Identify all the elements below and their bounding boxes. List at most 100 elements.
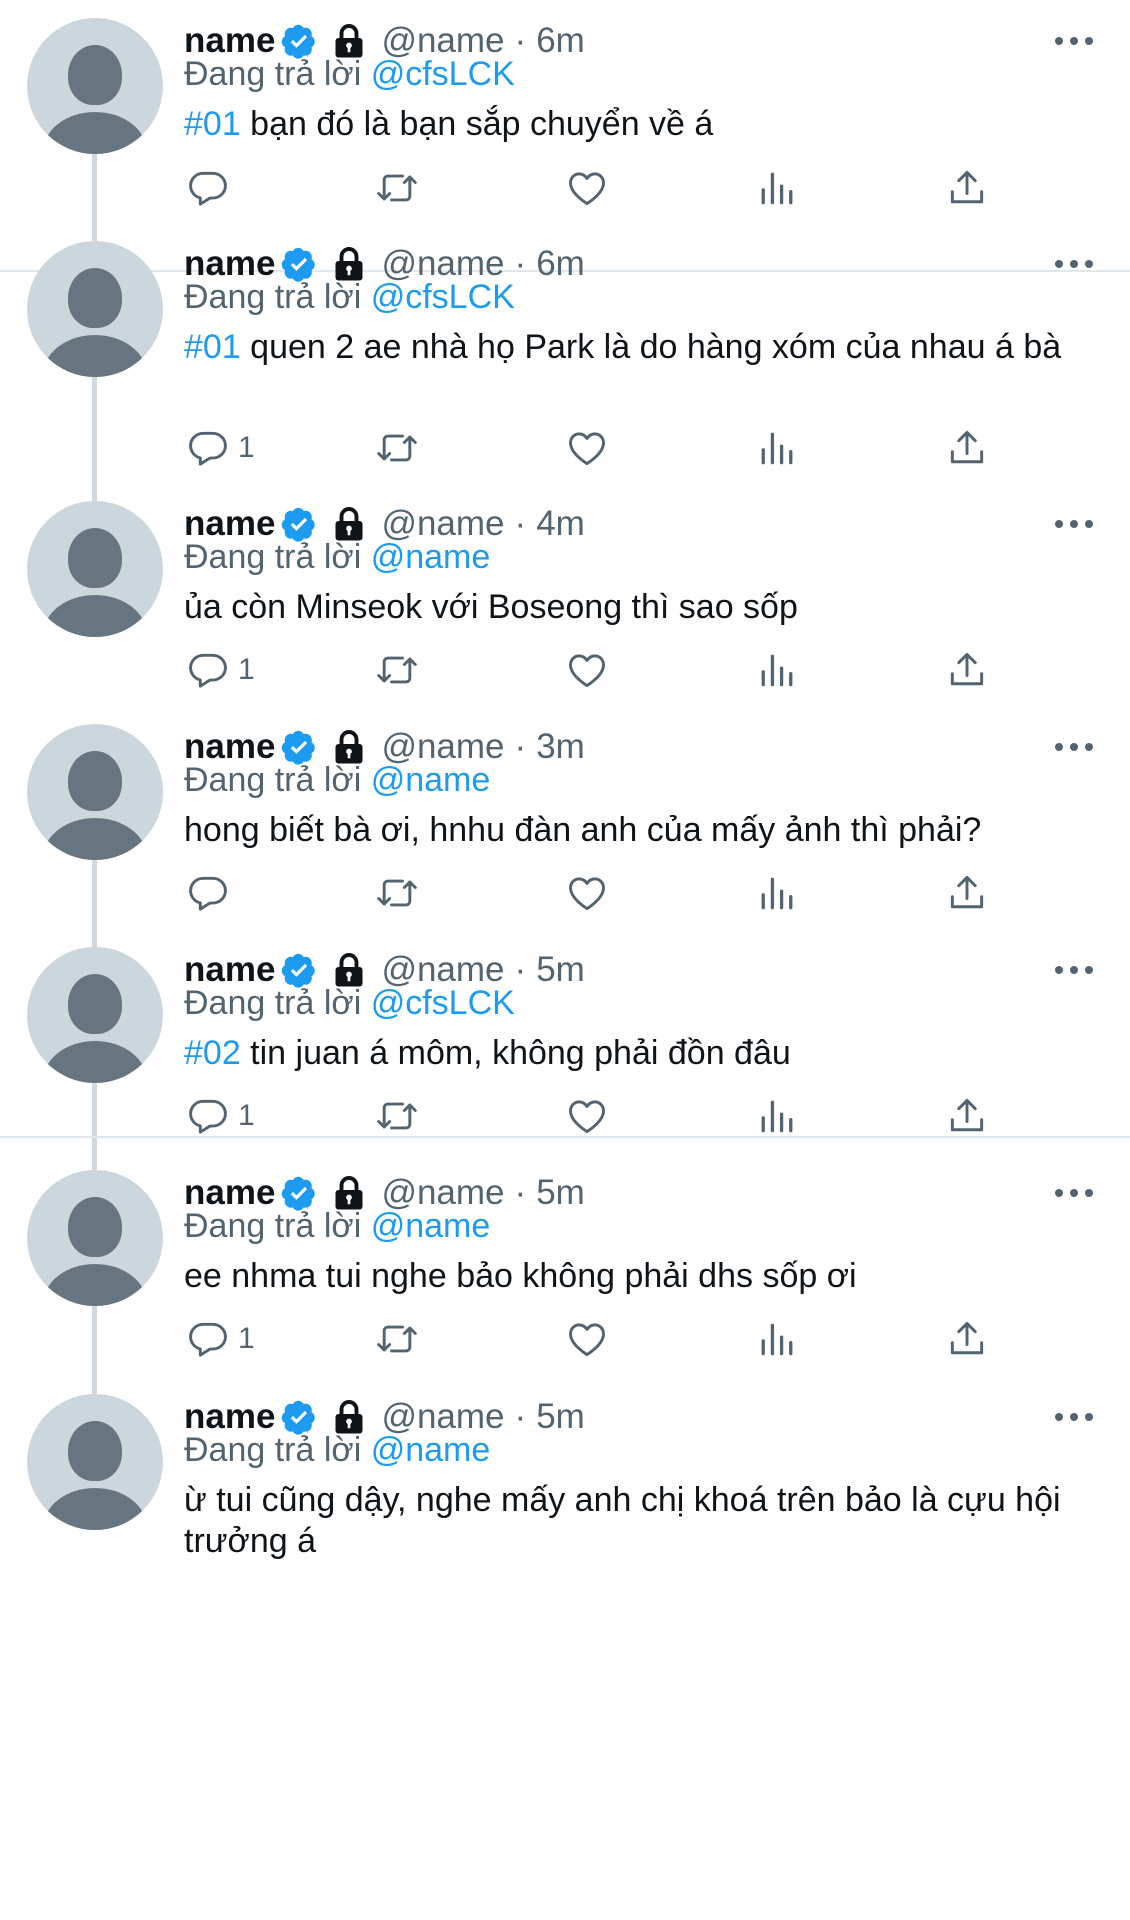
hashtag-link[interactable]: #01 bbox=[184, 328, 241, 366]
retweet-button[interactable] bbox=[375, 163, 419, 213]
avatar-body-shape bbox=[43, 1264, 147, 1306]
replying-to-mention[interactable]: @name bbox=[371, 1207, 491, 1245]
analytics-icon bbox=[755, 648, 799, 692]
lock-icon bbox=[331, 246, 367, 282]
more-icon[interactable] bbox=[1052, 1183, 1096, 1203]
avatar-head-shape bbox=[68, 45, 122, 105]
lock-icon bbox=[331, 952, 367, 988]
timestamp[interactable]: 3m bbox=[536, 727, 585, 767]
avatar[interactable] bbox=[27, 947, 163, 1083]
retweet-icon bbox=[375, 1094, 419, 1138]
avatar-body-shape bbox=[43, 595, 147, 637]
analytics-button[interactable] bbox=[755, 1091, 799, 1141]
avatar-head-shape bbox=[68, 528, 122, 588]
avatar-head-shape bbox=[68, 1197, 122, 1257]
like-button[interactable] bbox=[565, 868, 609, 918]
retweet-button[interactable] bbox=[375, 1314, 419, 1364]
more-icon[interactable] bbox=[1052, 960, 1096, 980]
like-button[interactable] bbox=[565, 645, 609, 695]
replying-to-mention[interactable]: @name bbox=[371, 761, 491, 799]
avatar[interactable] bbox=[27, 1170, 163, 1306]
reply-button[interactable] bbox=[186, 868, 230, 918]
retweet-button[interactable] bbox=[375, 423, 419, 473]
tweet-text: #01 quen 2 ae nhà họ Park là do hàng xóm… bbox=[184, 327, 1084, 368]
separator-dot: · bbox=[514, 727, 527, 766]
tweet-actions: 1 bbox=[0, 423, 1130, 473]
avatar[interactable] bbox=[27, 241, 163, 377]
verified-badge-icon bbox=[281, 23, 317, 59]
replying-to-mention[interactable]: @cfsLCK bbox=[371, 278, 515, 316]
reply-button[interactable]: 1 bbox=[186, 645, 255, 695]
tweet-text: ủa còn Minseok với Boseong thì sao sốp bbox=[184, 587, 1084, 628]
replying-to-mention[interactable]: @name bbox=[371, 1431, 491, 1469]
avatar-head-shape bbox=[68, 751, 122, 811]
reply-button[interactable] bbox=[186, 163, 230, 213]
avatar[interactable] bbox=[27, 501, 163, 637]
tweet-actions bbox=[0, 868, 1130, 918]
replying-to-mention[interactable]: @name bbox=[371, 538, 491, 576]
retweet-button[interactable] bbox=[375, 868, 419, 918]
retweet-icon bbox=[375, 426, 419, 470]
avatar[interactable] bbox=[27, 18, 163, 154]
share-button[interactable] bbox=[945, 423, 989, 473]
share-button[interactable] bbox=[945, 1314, 989, 1364]
separator-dot: · bbox=[514, 504, 527, 543]
avatar-head-shape bbox=[68, 268, 122, 328]
reply-button[interactable]: 1 bbox=[186, 1314, 255, 1364]
verified-badge-icon bbox=[281, 952, 317, 988]
timestamp[interactable]: 4m bbox=[536, 504, 585, 544]
like-button[interactable] bbox=[565, 1091, 609, 1141]
share-icon bbox=[945, 1317, 989, 1361]
analytics-button[interactable] bbox=[755, 645, 799, 695]
avatar[interactable] bbox=[27, 724, 163, 860]
avatar[interactable] bbox=[27, 1394, 163, 1530]
retweet-button[interactable] bbox=[375, 1091, 419, 1141]
reply-icon bbox=[186, 871, 230, 915]
share-button[interactable] bbox=[945, 868, 989, 918]
timestamp[interactable]: 5m bbox=[536, 950, 585, 990]
reply-button[interactable]: 1 bbox=[186, 1091, 255, 1141]
avatar-body-shape bbox=[43, 112, 147, 154]
more-icon[interactable] bbox=[1052, 31, 1096, 51]
tweet-text: #01 bạn đó là bạn sắp chuyển về á bbox=[184, 104, 1084, 145]
analytics-button[interactable] bbox=[755, 423, 799, 473]
timestamp[interactable]: 6m bbox=[536, 21, 585, 61]
share-button[interactable] bbox=[945, 163, 989, 213]
share-button[interactable] bbox=[945, 1091, 989, 1141]
more-icon[interactable] bbox=[1052, 1407, 1096, 1427]
more-icon[interactable] bbox=[1052, 514, 1096, 534]
like-button[interactable] bbox=[565, 1314, 609, 1364]
verified-badge-icon bbox=[281, 1399, 317, 1435]
separator-dot: · bbox=[514, 950, 527, 989]
like-icon bbox=[565, 871, 609, 915]
more-icon[interactable] bbox=[1052, 737, 1096, 757]
analytics-button[interactable] bbox=[755, 868, 799, 918]
analytics-button[interactable] bbox=[755, 1314, 799, 1364]
retweet-button[interactable] bbox=[375, 645, 419, 695]
verified-badge-icon bbox=[281, 246, 317, 282]
reply-icon bbox=[186, 166, 230, 210]
timestamp[interactable]: 6m bbox=[536, 244, 585, 284]
reply-button[interactable]: 1 bbox=[186, 423, 255, 473]
lock-icon bbox=[331, 23, 367, 59]
replying-to-label: Đang trả lời bbox=[184, 1207, 362, 1245]
separator-dot: · bbox=[514, 1173, 527, 1212]
hashtag-link[interactable]: #01 bbox=[184, 105, 241, 143]
replying-to: Đang trả lời @name bbox=[184, 761, 490, 800]
hashtag-link[interactable]: #02 bbox=[184, 1034, 241, 1072]
replying-to-mention[interactable]: @cfsLCK bbox=[371, 984, 515, 1022]
tweet-text: ee nhma tui nghe bảo không phải dhs sốp … bbox=[184, 1256, 1084, 1297]
analytics-icon bbox=[755, 1094, 799, 1138]
avatar-body-shape bbox=[43, 1041, 147, 1083]
like-icon bbox=[565, 1094, 609, 1138]
like-button[interactable] bbox=[565, 423, 609, 473]
reply-count: 1 bbox=[238, 1099, 255, 1132]
share-button[interactable] bbox=[945, 645, 989, 695]
more-icon[interactable] bbox=[1052, 254, 1096, 274]
replying-to-label: Đang trả lời bbox=[184, 984, 362, 1022]
replying-to-mention[interactable]: @cfsLCK bbox=[371, 55, 515, 93]
analytics-button[interactable] bbox=[755, 163, 799, 213]
timestamp[interactable]: 5m bbox=[536, 1173, 585, 1213]
like-button[interactable] bbox=[565, 163, 609, 213]
timestamp[interactable]: 5m bbox=[536, 1397, 585, 1437]
